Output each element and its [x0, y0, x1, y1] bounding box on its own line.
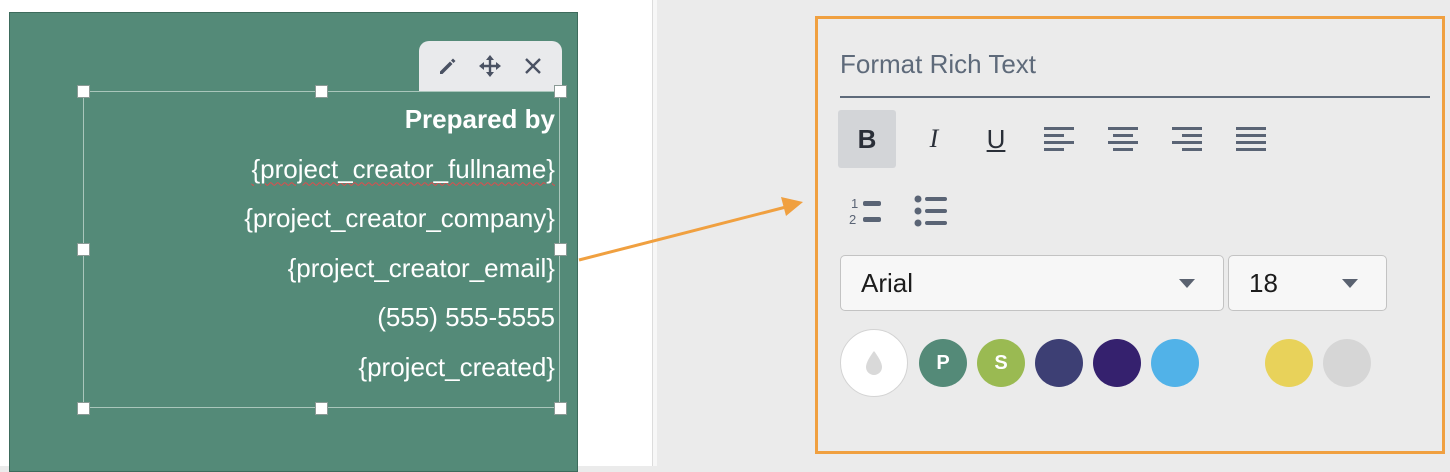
element-toolbar	[419, 41, 562, 91]
align-center-button[interactable]	[1094, 110, 1152, 168]
color-swatch-sky-blue[interactable]	[1151, 339, 1199, 387]
ordered-list-button[interactable]: 1 2	[838, 182, 896, 240]
resize-handle-right[interactable]	[554, 243, 567, 256]
resize-handle-top-left[interactable]	[77, 85, 90, 98]
italic-button[interactable]: I	[905, 110, 963, 168]
ordered-list-icon: 1 2	[849, 196, 881, 227]
creator-email-field: {project_creator_email}	[287, 252, 555, 283]
custom-color-button[interactable]	[840, 329, 908, 397]
resize-handle-bottom[interactable]	[315, 402, 328, 415]
color-swatch-gray[interactable]	[1323, 339, 1371, 387]
resize-handle-left[interactable]	[77, 243, 90, 256]
resize-handle-top-right[interactable]	[554, 85, 567, 98]
rich-text-block[interactable]: Prepared by {project_creator_fullname} {…	[90, 98, 555, 396]
panel-title: Format Rich Text	[840, 49, 1037, 79]
resize-handle-top[interactable]	[315, 85, 328, 98]
color-swatch-navy[interactable]	[1035, 339, 1083, 387]
resize-handle-bottom-left[interactable]	[77, 402, 90, 415]
align-justify-icon	[1236, 127, 1266, 151]
bullet-list-icon	[914, 195, 947, 227]
font-size-select[interactable]: 18	[1228, 255, 1387, 311]
align-left-icon	[1044, 127, 1074, 151]
creator-fullname-field: {project_creator_fullname}	[251, 153, 555, 184]
chevron-down-icon	[1179, 278, 1195, 288]
underline-button[interactable]: U	[967, 110, 1025, 168]
color-swatch-indigo[interactable]	[1093, 339, 1141, 387]
svg-text:1: 1	[851, 196, 858, 211]
font-size-value: 18	[1249, 267, 1278, 298]
align-justify-button[interactable]	[1222, 110, 1280, 168]
pencil-icon[interactable]	[432, 50, 464, 82]
color-swatch-primary[interactable]: P	[919, 339, 967, 387]
chevron-down-icon	[1342, 278, 1358, 288]
panel-divider	[652, 0, 657, 466]
align-center-icon	[1108, 127, 1138, 151]
color-swatch-yellow[interactable]	[1265, 339, 1313, 387]
align-left-button[interactable]	[1030, 110, 1088, 168]
panel-title-rule	[840, 96, 1430, 98]
font-family-value: Arial	[861, 267, 914, 298]
align-right-button[interactable]	[1158, 110, 1216, 168]
move-icon[interactable]	[474, 50, 506, 82]
format-rich-text-panel: Format Rich Text B I U 1 2 Arial 18 P S	[815, 16, 1445, 454]
prepared-by-heading: Prepared by	[404, 104, 555, 134]
bold-button[interactable]: B	[838, 110, 896, 168]
close-icon[interactable]	[517, 50, 549, 82]
project-created-field: {project_created}	[358, 351, 555, 382]
resize-handle-bottom-right[interactable]	[554, 402, 567, 415]
font-family-select[interactable]: Arial	[840, 255, 1224, 311]
bullet-list-button[interactable]	[902, 182, 960, 240]
phone-field: (555) 555-5555	[377, 302, 555, 333]
droplet-icon	[866, 351, 882, 375]
align-right-icon	[1172, 127, 1202, 151]
color-swatch-secondary[interactable]: S	[977, 339, 1025, 387]
creator-company-field: {project_creator_company}	[244, 203, 555, 234]
svg-text:2: 2	[849, 212, 856, 227]
